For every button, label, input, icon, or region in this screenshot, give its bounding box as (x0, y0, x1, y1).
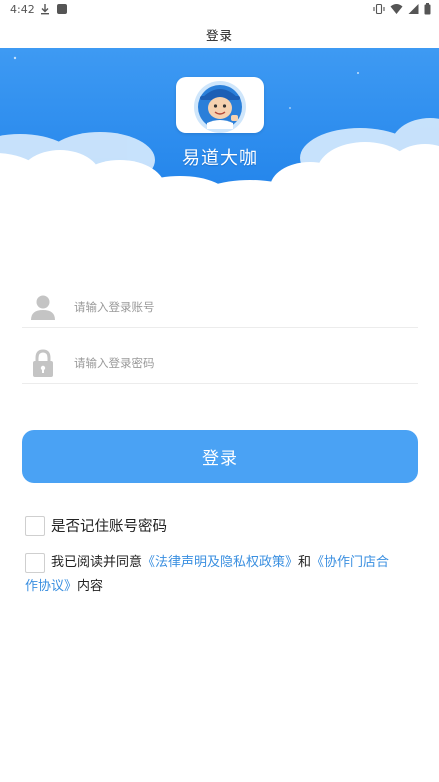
wifi-icon (390, 4, 403, 14)
coop-agreement-link[interactable]: 《协作门店合 (311, 555, 389, 570)
status-bar: 4:42 (0, 0, 439, 20)
agreement-line-2: 作协议》内容 (25, 575, 420, 599)
battery-icon (424, 3, 431, 15)
status-icons-right (373, 3, 431, 15)
password-input[interactable] (74, 348, 404, 378)
agree-prefix: 我已阅读并同意 (51, 555, 143, 570)
coop-agreement-link-cont[interactable]: 作协议》 (25, 579, 77, 594)
app-notification-icon (57, 4, 67, 14)
status-icons-left (40, 3, 68, 15)
account-field (22, 286, 418, 328)
remember-label: 是否记住账号密码 (51, 519, 167, 535)
account-input[interactable] (74, 292, 404, 322)
user-icon (31, 295, 55, 320)
page-title: 登录 (205, 28, 233, 43)
agree-and: 和 (298, 555, 312, 570)
legal-policy-link[interactable]: 《法律声明及隐私权政策》 (142, 555, 298, 570)
agreement-block: 我已阅读并同意《法律声明及隐私权政策》和《协作门店合 作协议》内容 (25, 551, 420, 599)
mascot-icon (194, 81, 246, 133)
agreement-line-1: 我已阅读并同意《法律声明及隐私权政策》和《协作门店合 (25, 551, 420, 575)
agree-suffix: 内容 (77, 579, 104, 594)
title-bar: 登录 (0, 20, 439, 48)
agree-checkbox[interactable] (25, 552, 45, 573)
vibrate-icon (373, 3, 385, 15)
signal-icon (408, 4, 419, 14)
download-icon (41, 4, 49, 15)
remember-checkbox[interactable] (25, 515, 45, 536)
app-name: 易道大咖 (182, 148, 258, 169)
password-field (22, 342, 418, 384)
lock-icon (33, 349, 53, 377)
remember-row: 是否记住账号密码 (25, 515, 167, 536)
app-logo (176, 77, 264, 133)
login-button[interactable]: 登录 (22, 430, 418, 483)
status-time: 4:42 (10, 3, 35, 16)
